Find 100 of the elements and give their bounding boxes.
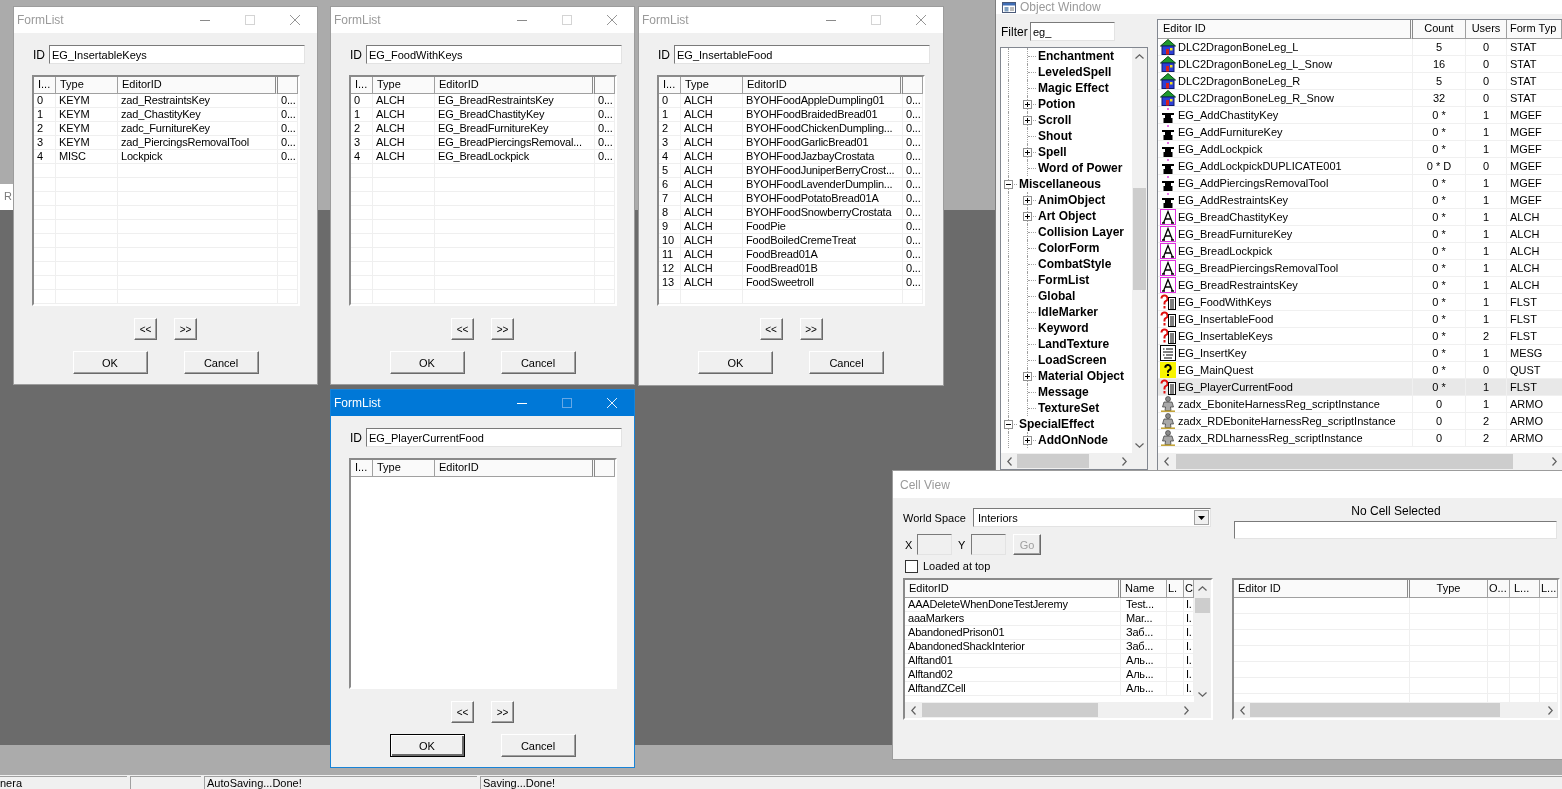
list-row[interactable]: EG_BreadRestraintsKey 0 * 1 ALCH <box>1158 277 1562 294</box>
column-header[interactable]: EditorID <box>905 580 1121 598</box>
scroll-left-icon[interactable] <box>1239 705 1245 715</box>
tree-item[interactable]: LoadScreen <box>1037 352 1108 368</box>
next-button[interactable]: >> <box>491 701 514 723</box>
tree-item[interactable]: LeveledSpell <box>1037 64 1113 80</box>
expand-icon[interactable] <box>1023 115 1032 125</box>
tree-item[interactable]: Spell <box>1037 144 1068 160</box>
scrollbar-thumb[interactable] <box>1250 703 1500 717</box>
expand-icon[interactable] <box>1023 371 1032 381</box>
scroll-up-icon[interactable] <box>1198 585 1207 591</box>
list-row[interactable]: EG_BreadLockpick 0 * 1 ALCH <box>1158 243 1562 260</box>
list-row[interactable]: DLC2DragonBoneLeg_R 5 0 STAT <box>1158 73 1562 90</box>
tree-item[interactable]: ColorForm <box>1037 240 1101 256</box>
horizontal-scrollbar[interactable] <box>1158 453 1562 470</box>
list-row[interactable]: EG_BreadFurnitureKey 0 * 1 ALCH <box>1158 226 1562 243</box>
ok-button[interactable]: OK <box>698 351 773 374</box>
close-icon[interactable] <box>915 15 926 25</box>
list-row[interactable]: EG_AddChastityKey 0 * 1 MGEF <box>1158 107 1562 124</box>
tree-item[interactable]: FormList <box>1037 272 1091 288</box>
tree-item[interactable]: Magic Effect <box>1037 80 1110 96</box>
ok-button[interactable]: OK <box>389 351 465 374</box>
list-row[interactable]: zadx_RDEboniteHarnessReg_scriptInstance 0 2 ARMO <box>1158 413 1562 430</box>
list-row[interactable]: EG_BreadChastityKey 0 * 1 ALCH <box>1158 209 1562 226</box>
scrollbar-thumb[interactable] <box>1176 454 1513 469</box>
column-header[interactable]: I... <box>659 77 681 94</box>
cell-name-field[interactable] <box>1234 521 1557 539</box>
column-header[interactable] <box>595 460 615 477</box>
tree-item[interactable]: Miscellaneous <box>1018 176 1103 192</box>
minimize-icon[interactable] <box>516 19 527 21</box>
tree-item[interactable]: AddOnNode <box>1037 432 1109 448</box>
previous-button[interactable]: << <box>759 318 783 340</box>
scrollbar-thumb[interactable] <box>1017 454 1089 468</box>
list-row[interactable]: EG_AddPiercingsRemovalTool 0 * 1 MGEF <box>1158 175 1562 192</box>
checkbox[interactable] <box>905 560 918 573</box>
horizontal-scrollbar[interactable] <box>1001 453 1132 469</box>
previous-button[interactable]: << <box>451 318 474 340</box>
list-row[interactable]: EG_FoodWithKeys 0 * 1 FLST <box>1158 294 1562 311</box>
scroll-up-icon[interactable] <box>1135 53 1144 59</box>
previous-button[interactable]: << <box>451 701 474 723</box>
column-header[interactable] <box>595 77 615 94</box>
next-button[interactable]: >> <box>799 318 823 340</box>
vertical-scrollbar[interactable] <box>1132 48 1147 453</box>
list-row[interactable]: DLC2DragonBoneLeg_L 5 0 STAT <box>1158 39 1562 56</box>
list-row[interactable]: EG_InsertKey 0 * 1 MESG <box>1158 345 1562 362</box>
scroll-down-icon[interactable] <box>1135 442 1144 448</box>
list-row[interactable]: DLC2DragonBoneLeg_R_Snow 32 0 STAT <box>1158 90 1562 107</box>
column-header[interactable]: Type <box>373 77 435 94</box>
column-header[interactable]: L... <box>1510 580 1540 598</box>
list-row[interactable]: EG_AddFurnitureKey 0 * 1 MGEF <box>1158 124 1562 141</box>
column-header[interactable]: Name <box>1121 580 1167 598</box>
column-header[interactable]: EditorID <box>435 77 595 94</box>
column-header[interactable]: Type <box>373 460 435 477</box>
column-header[interactable]: Editor ID <box>1158 20 1413 39</box>
expand-icon[interactable] <box>1023 435 1032 445</box>
tree-item[interactable]: Keyword <box>1037 320 1090 336</box>
tree-item[interactable]: SpecialEffect <box>1018 416 1096 432</box>
column-header[interactable]: Type <box>681 77 743 94</box>
next-button[interactable]: >> <box>174 318 197 340</box>
tree-item[interactable]: Word of Power <box>1037 160 1124 176</box>
horizontal-scrollbar[interactable] <box>1234 702 1558 718</box>
column-header[interactable]: Form Typ <box>1507 20 1562 39</box>
list-row[interactable]: EG_PlayerCurrentFood 0 * 1 FLST <box>1158 379 1562 396</box>
column-header[interactable]: EditorID <box>743 77 903 94</box>
column-header[interactable] <box>903 77 923 94</box>
column-header[interactable]: Editor ID <box>1234 580 1410 598</box>
tree-item[interactable]: Scroll <box>1037 112 1073 128</box>
column-header[interactable]: I... <box>34 77 56 94</box>
checkbox-label[interactable]: Loaded at top <box>923 560 991 573</box>
tree-item[interactable]: Message <box>1037 384 1090 400</box>
column-header[interactable]: EditorID <box>118 77 278 94</box>
cancel-button[interactable]: Cancel <box>500 734 576 757</box>
id-field[interactable]: EG_FoodWithKeys <box>366 45 622 64</box>
scrollbar-thumb[interactable] <box>922 703 1098 717</box>
list-row[interactable]: zadx_EboniteHarnessReg_scriptInstance 0 1 ARMO <box>1158 396 1562 413</box>
tree-item[interactable]: Shout <box>1037 128 1073 144</box>
expand-icon[interactable] <box>1023 195 1032 205</box>
cancel-button[interactable]: Cancel <box>809 351 884 374</box>
close-icon[interactable] <box>606 15 617 25</box>
scroll-left-icon[interactable] <box>910 705 916 715</box>
horizontal-scrollbar[interactable] <box>905 702 1194 718</box>
column-header[interactable]: L... <box>1540 580 1558 598</box>
list-row[interactable]: DLC2DragonBoneLeg_L_Snow 16 0 STAT <box>1158 56 1562 73</box>
id-field[interactable]: EG_InsertableFood <box>674 45 930 64</box>
column-header[interactable]: Users <box>1466 20 1507 39</box>
tree-item[interactable]: Collision Layer <box>1037 224 1126 240</box>
ok-button[interactable]: OK <box>389 734 465 757</box>
close-icon[interactable] <box>289 15 300 25</box>
ok-button[interactable]: OK <box>72 351 148 374</box>
next-button[interactable]: >> <box>491 318 514 340</box>
scroll-right-icon[interactable] <box>1551 457 1557 466</box>
column-header[interactable] <box>278 77 298 94</box>
minimize-icon[interactable] <box>199 19 210 21</box>
collapse-icon[interactable] <box>1004 419 1013 429</box>
list-row[interactable]: EG_AddRestraintsKey 0 * 1 MGEF <box>1158 192 1562 209</box>
minimize-icon[interactable] <box>516 402 527 404</box>
expand-icon[interactable] <box>1023 211 1032 221</box>
tree-item[interactable]: Potion <box>1037 96 1077 112</box>
id-field[interactable]: EG_PlayerCurrentFood <box>366 428 622 447</box>
scrollbar-thumb[interactable] <box>1133 188 1146 290</box>
